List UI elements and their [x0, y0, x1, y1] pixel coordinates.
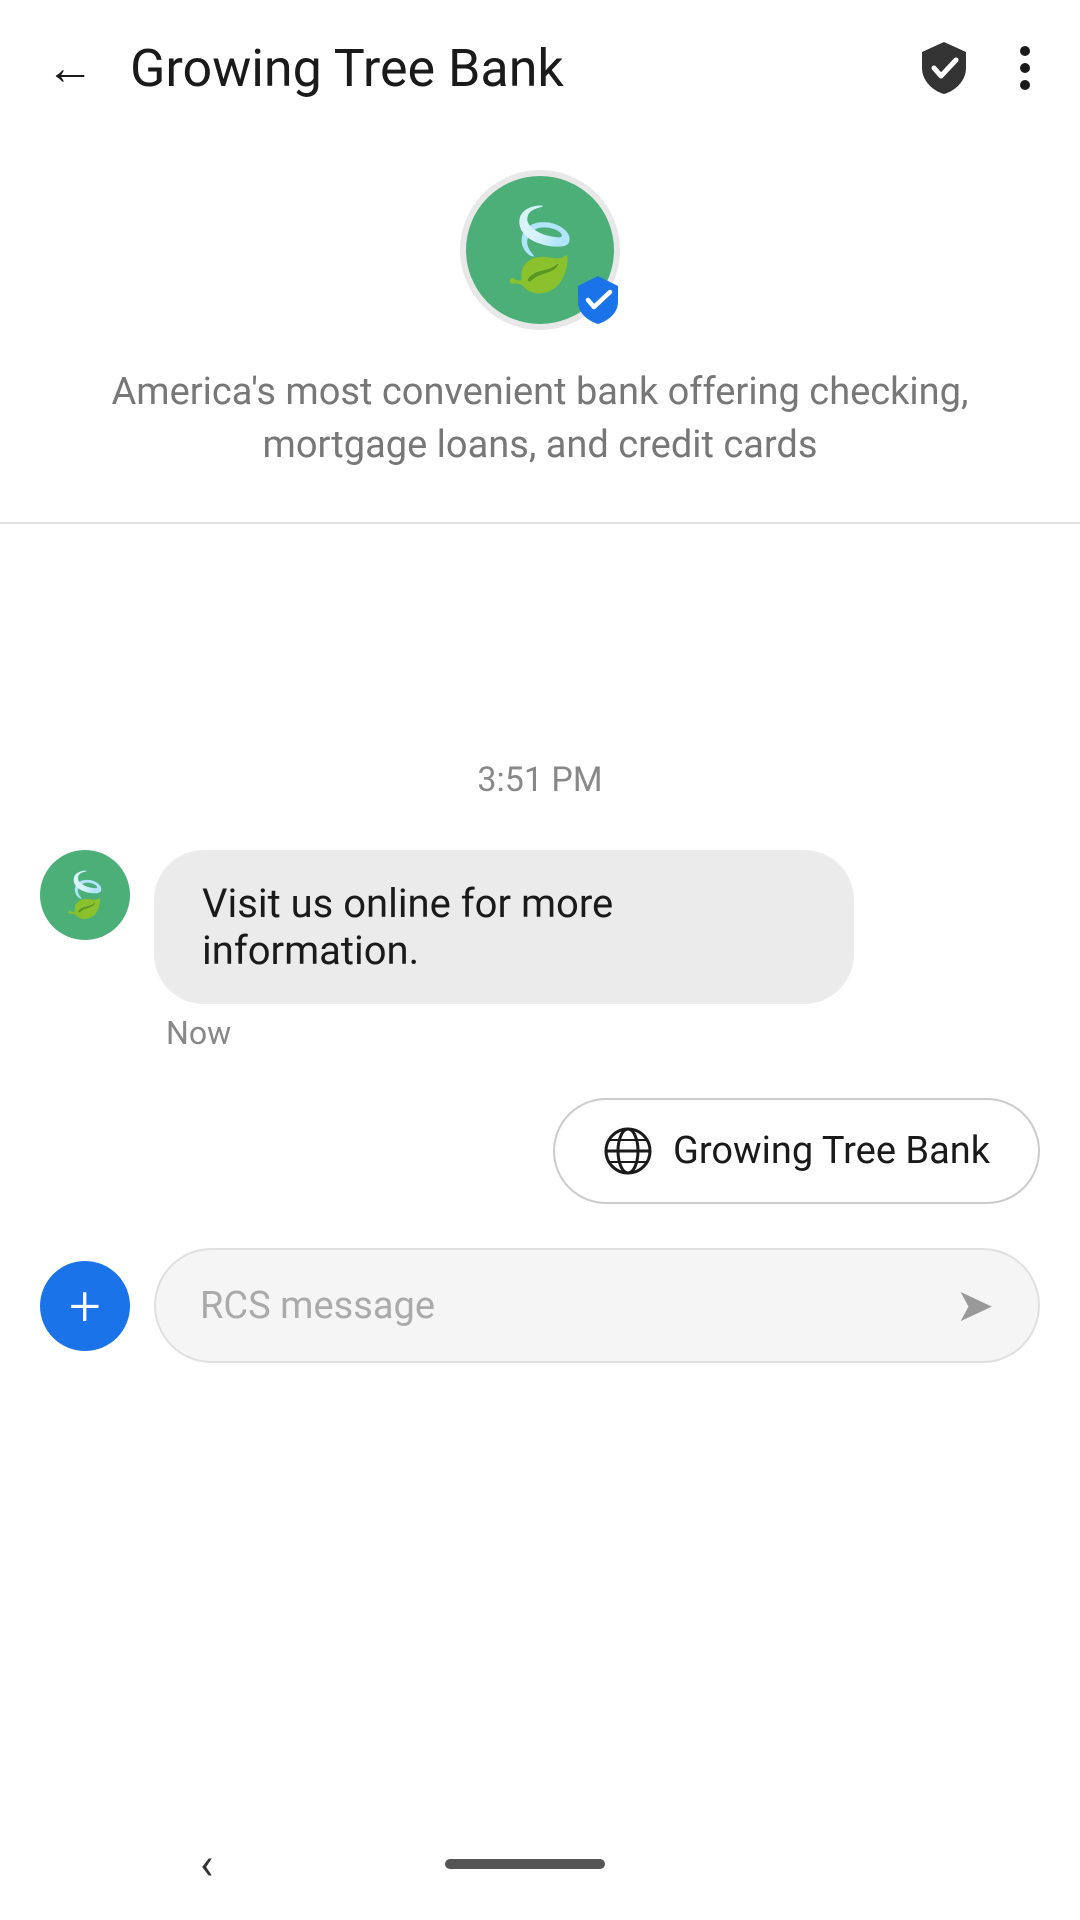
- back-nav-icon[interactable]: ‹: [200, 1838, 213, 1890]
- message-time: Now: [166, 1014, 854, 1052]
- input-area: + RCS message ➤: [0, 1224, 1080, 1399]
- message-bubble: Visit us online for more information.: [154, 850, 854, 1004]
- message-content: Visit us online for more information. No…: [154, 850, 854, 1052]
- add-button[interactable]: +: [40, 1261, 130, 1351]
- message-timestamp: 3:51 PM: [40, 760, 1040, 800]
- verified-badge-icon: [572, 274, 624, 326]
- add-icon: +: [69, 1278, 101, 1334]
- bottom-nav: ‹: [0, 1818, 1080, 1920]
- more-options-button[interactable]: [1010, 36, 1040, 100]
- sender-avatar-icon: 🍃: [58, 869, 113, 921]
- sender-avatar: 🍃: [40, 850, 130, 940]
- back-button[interactable]: ←: [40, 38, 100, 98]
- message-placeholder: RCS message: [200, 1284, 435, 1328]
- message-input[interactable]: RCS message ➤: [154, 1248, 1040, 1363]
- page-title: Growing Tree Bank: [130, 38, 564, 99]
- website-btn-label: Growing Tree Bank: [673, 1129, 990, 1173]
- dot-icon: [1020, 46, 1030, 56]
- back-arrow-icon: ←: [46, 44, 94, 92]
- dot-icon: [1020, 80, 1030, 90]
- home-indicator[interactable]: [445, 1859, 605, 1869]
- message-text: Visit us online for more information.: [202, 880, 613, 974]
- send-icon[interactable]: ➤: [955, 1278, 994, 1333]
- top-bar-right: [914, 36, 1040, 100]
- top-bar-left: ← Growing Tree Bank: [40, 38, 564, 99]
- verified-shield-icon[interactable]: [914, 38, 974, 98]
- profile-section: 🍃 America's most convenient bank offerin…: [0, 130, 1080, 522]
- globe-icon: [603, 1126, 653, 1176]
- dot-icon: [1020, 63, 1030, 73]
- message-row: 🍃 Visit us online for more information. …: [40, 850, 1040, 1052]
- chat-area: 3:51 PM 🍃 Visit us online for more infor…: [0, 524, 1080, 1224]
- top-bar: ← Growing Tree Bank: [0, 0, 1080, 130]
- website-btn-container: Growing Tree Bank: [40, 1098, 1040, 1204]
- avatar-container: 🍃: [460, 170, 620, 330]
- profile-description: America's most convenient bank offering …: [80, 366, 1000, 472]
- website-button[interactable]: Growing Tree Bank: [553, 1098, 1040, 1204]
